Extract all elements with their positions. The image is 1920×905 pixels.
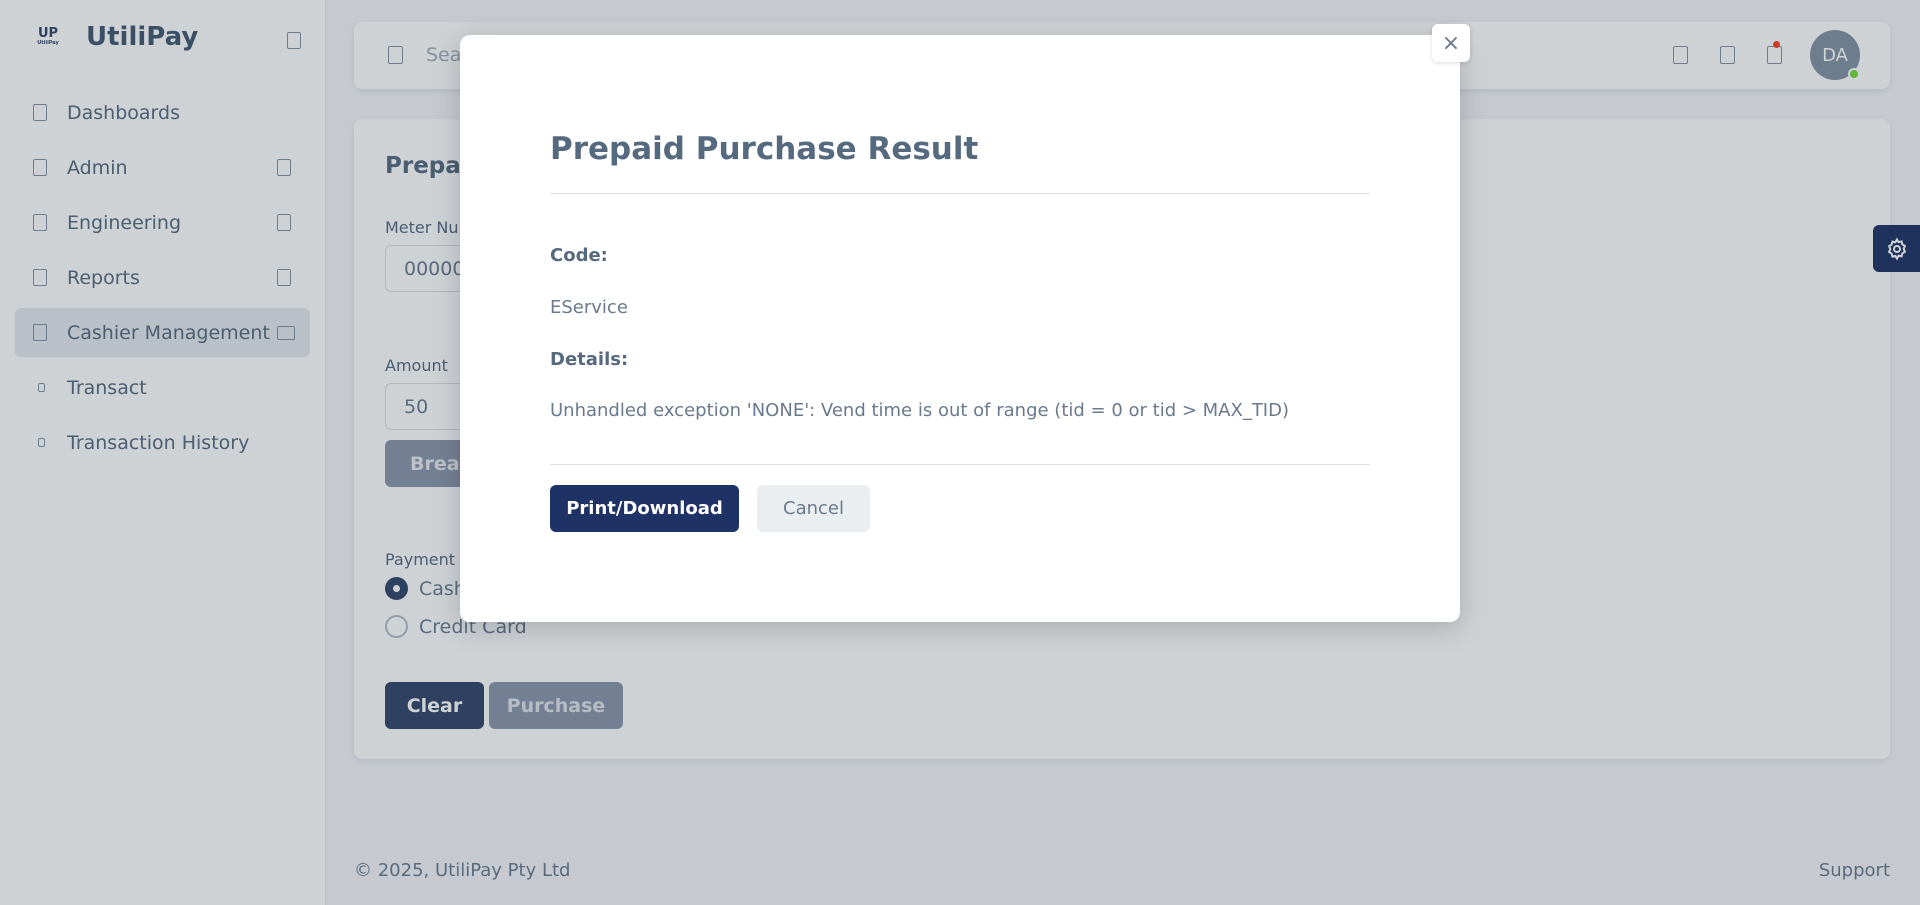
details-value: Unhandled exception 'NONE': Vend time is… (550, 400, 1290, 421)
modal-title: Prepaid Purchase Result (550, 131, 979, 167)
purchase-result-modal: Prepaid Purchase Result Code: EService D… (460, 35, 1460, 622)
modal-divider (550, 464, 1370, 465)
modal-divider (550, 193, 1370, 194)
code-value: EService (550, 297, 628, 318)
cancel-button[interactable]: Cancel (757, 485, 870, 532)
code-label: Code: (550, 245, 608, 266)
print-download-button[interactable]: Print/Download (550, 485, 739, 532)
details-label: Details: (550, 349, 629, 370)
close-icon[interactable]: × (1432, 24, 1470, 62)
